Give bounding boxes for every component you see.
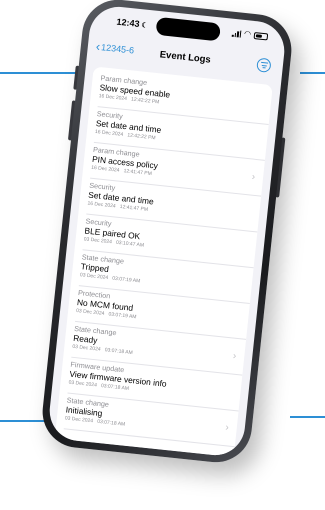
phone-device: 12:43☾ ◠ ‹ 12345-6 Event Logs Param chan… [39,0,295,466]
status-icons: ◠ [231,29,269,41]
wifi-icon: ◠ [243,29,252,39]
filter-icon-line [262,67,266,69]
status-time: 12:43☾ [116,16,148,30]
do-not-disturb-icon: ☾ [140,22,148,30]
filter-icon-line [261,64,267,66]
dynamic-island [155,16,221,42]
event-log-list[interactable]: Param change Slow speed enable 16 Dec 20… [54,66,273,458]
battery-icon [253,31,269,40]
filter-icon [260,61,268,64]
signal-icon [231,29,242,38]
accent-line-bottom-right [290,416,325,418]
accent-line-top-right [300,72,325,74]
